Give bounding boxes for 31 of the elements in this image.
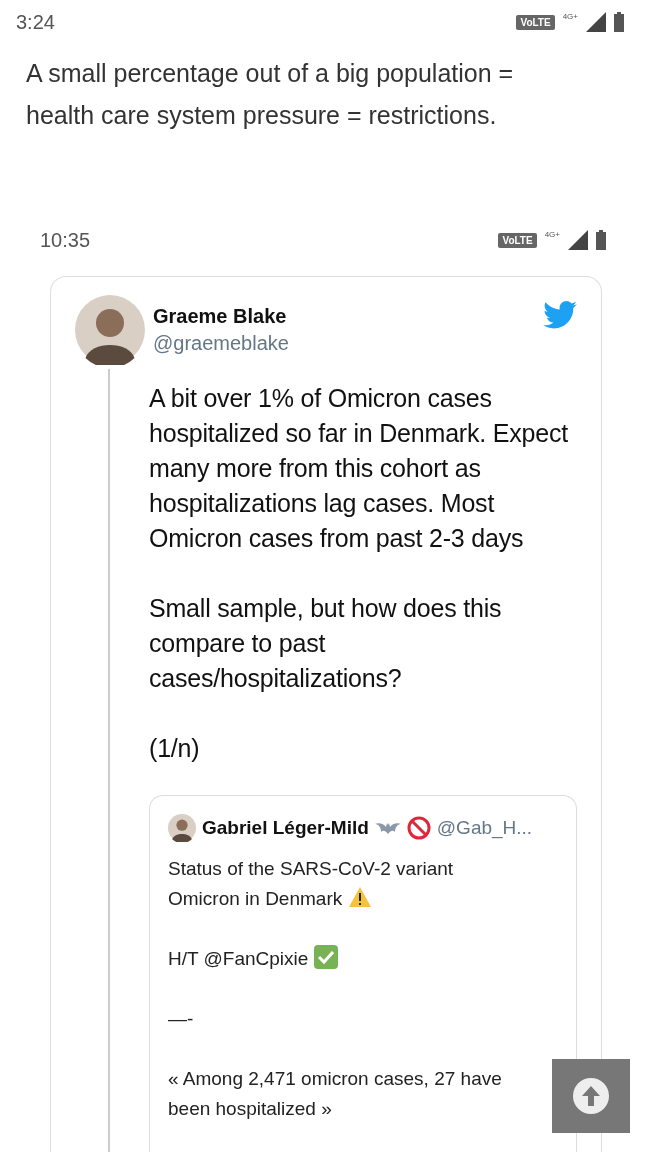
scroll-top-button[interactable] <box>552 1059 630 1133</box>
bird-icon <box>543 301 577 329</box>
status-time: 3:24 <box>16 10 55 34</box>
volte-badge: VoLTE <box>516 14 555 30</box>
post-text: A small percentage out of a big population = health care system pressure = restrictions. <box>26 58 515 131</box>
tweet-text: Small sample, but how does this compare to past cases/hospitalizations? <box>149 593 503 694</box>
quoted-text: —- <box>168 1007 195 1031</box>
network-type: 4G+ <box>562 12 578 21</box>
tweet-text: (1/n) <box>149 733 201 764</box>
avatar <box>75 295 145 365</box>
signal-icon <box>568 230 588 250</box>
tweet-text: A bit over 1% of Omicron cases hospitalized so far in Denmark. Expect many more from this cohort as hospitalizations lag cases. Most Omicron cases from past 2-3 days <box>149 383 569 554</box>
battery-icon <box>614 12 624 32</box>
author-name: Graeme Blake <box>153 305 288 328</box>
signal-icon <box>586 12 606 32</box>
avatar <box>168 814 196 842</box>
check-icon <box>314 945 339 969</box>
arrow-up-icon <box>573 1078 609 1114</box>
quoted-text: « Among 2,471 omicron cases, 27 have been hospitalized » <box>168 1067 503 1121</box>
prohibited-icon <box>406 816 431 840</box>
volte-badge: VoLTE <box>498 232 537 248</box>
author-handle: @graemeblake <box>153 332 290 355</box>
quoted-text: Status of the SARS-CoV-2 variant Omicron in Denmark <box>168 857 455 911</box>
quoted-text: H/T @FanCpixie <box>168 944 526 974</box>
bat-icon <box>374 820 401 836</box>
battery-icon <box>596 230 606 250</box>
warning-icon <box>348 886 373 908</box>
network-type: 4G+ <box>544 230 560 239</box>
author-handle: @Gab_H... <box>436 817 533 839</box>
status-time: 10:35 <box>40 228 91 252</box>
author-name: Gabriel Léger-Mild <box>202 817 369 839</box>
